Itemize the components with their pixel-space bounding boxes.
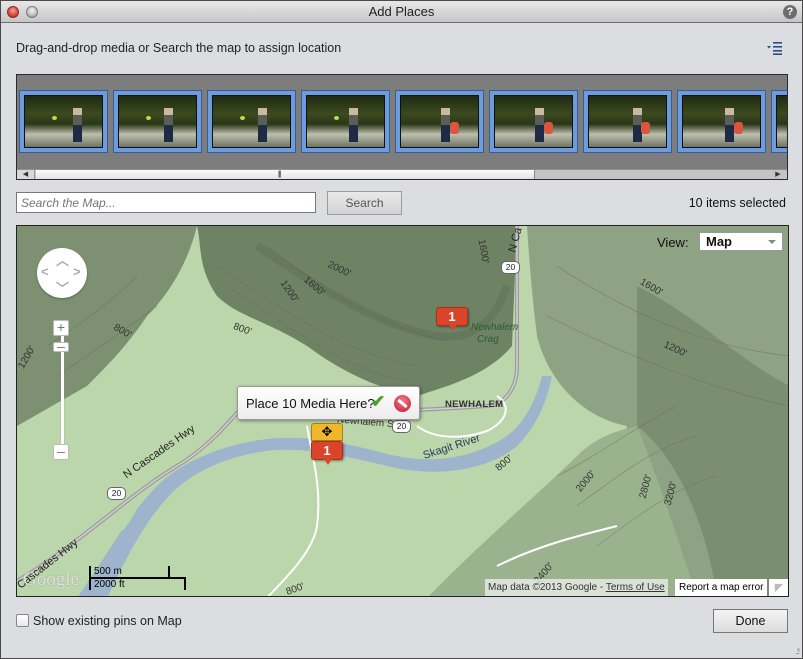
scale-metric: 500 m xyxy=(94,566,122,577)
map-view[interactable]: 800' 1200' 1600' 2000' 1600' 1200' 800' … xyxy=(16,225,789,597)
done-button[interactable]: Done xyxy=(713,609,788,633)
photo-figure-red xyxy=(449,122,459,134)
scrollbar-thumb[interactable]: ||| xyxy=(36,170,535,179)
media-thumbnail[interactable] xyxy=(677,90,766,153)
thumbnail-image xyxy=(212,95,291,148)
add-places-dialog: Add Places ? Drag-and-drop media or Sear… xyxy=(0,0,803,659)
route-shield: 20 xyxy=(107,487,126,500)
map-pin-new[interactable]: 1 xyxy=(311,441,343,465)
thumbnail-image xyxy=(682,95,761,148)
zoom-slider-handle[interactable]: – xyxy=(53,339,69,353)
google-logo: Google xyxy=(23,569,79,590)
photo-figure xyxy=(163,108,173,142)
route-shield: 20 xyxy=(501,261,520,274)
zoom-out-button[interactable]: – xyxy=(53,444,69,460)
place-media-popup: Place 10 Media Here? ✔ xyxy=(237,386,420,420)
thumbnail-image xyxy=(24,95,103,148)
media-thumbnail[interactable] xyxy=(489,90,578,153)
map-scale: 500 m 2000 ft xyxy=(89,566,189,590)
terms-of-use-link[interactable]: Terms of Use xyxy=(606,582,665,593)
photo-leaf xyxy=(145,116,151,121)
scroll-right-arrow[interactable]: ▶ xyxy=(769,170,787,179)
options-menu-icon[interactable] xyxy=(766,41,784,55)
view-type-select[interactable]: Map xyxy=(699,232,783,251)
photo-figure xyxy=(72,108,82,142)
pan-control[interactable]: ︿ ﹀ < > xyxy=(37,248,87,298)
thumbnail-image xyxy=(776,95,787,148)
media-strip-scrollbar[interactable]: ◀ ||| ▶ xyxy=(17,169,787,179)
map-pin[interactable]: 1 xyxy=(436,307,468,331)
town-label-newhalem: NEWHALEM xyxy=(445,399,504,410)
media-thumbnail[interactable] xyxy=(771,90,787,153)
photo-leaf xyxy=(333,116,339,121)
grip-icon: ||| xyxy=(278,171,282,178)
cancel-no-entry-icon[interactable] xyxy=(394,395,411,412)
photo-figure xyxy=(725,108,735,142)
move-handle-icon[interactable]: ✥ xyxy=(311,423,343,441)
thumbnail-image xyxy=(118,95,197,148)
photo-leaf xyxy=(239,116,245,121)
attribution-text: Map data ©2013 Google - xyxy=(488,582,606,593)
photo-figure-red xyxy=(641,122,651,134)
view-selected-value: Map xyxy=(706,234,732,249)
map-attribution: Map data ©2013 Google - Terms of Use xyxy=(485,579,668,596)
place-label-crag: Crag xyxy=(477,334,499,345)
media-thumbnail[interactable] xyxy=(395,90,484,153)
photo-figure-red xyxy=(543,122,553,134)
dropdown-caret-icon xyxy=(768,240,776,244)
popup-text: Place 10 Media Here? xyxy=(246,396,375,411)
map-search-input[interactable] xyxy=(16,192,316,213)
thumbnail-image xyxy=(588,95,667,148)
photo-figure-red xyxy=(733,122,743,134)
route-shield: 20 xyxy=(392,420,411,433)
report-map-error-link[interactable]: Report a map error xyxy=(675,579,768,596)
zoom-in-button[interactable]: + xyxy=(53,320,69,336)
pan-down-icon[interactable]: ﹀ xyxy=(56,278,69,297)
help-icon[interactable]: ? xyxy=(783,5,797,19)
expand-corner-icon[interactable]: ◤ xyxy=(769,579,788,596)
items-selected-count: 10 items selected xyxy=(688,196,786,210)
pan-left-icon[interactable]: < xyxy=(41,264,49,279)
place-label-newhalem-crag: Newhalem xyxy=(471,322,519,333)
scroll-left-arrow[interactable]: ◀ xyxy=(17,170,35,179)
confirm-checkmark-icon[interactable]: ✔ xyxy=(371,392,385,412)
thumbnail-image xyxy=(400,95,479,148)
minimize-window-button[interactable] xyxy=(26,6,38,18)
thumbnail-image xyxy=(306,95,385,148)
media-thumbnail[interactable] xyxy=(113,90,202,153)
instruction-text: Drag-and-drop media or Search the map to… xyxy=(16,41,342,55)
title-bar[interactable]: Add Places ? xyxy=(1,1,802,23)
media-thumbnail[interactable] xyxy=(583,90,672,153)
search-button[interactable]: Search xyxy=(327,191,402,215)
view-label: View: xyxy=(657,235,689,250)
pan-up-icon[interactable]: ︿ xyxy=(56,250,69,269)
show-pins-label: Show existing pins on Map xyxy=(33,614,182,628)
media-thumbnail[interactable] xyxy=(19,90,108,153)
photo-figure xyxy=(535,108,545,142)
photo-figure xyxy=(441,108,451,142)
thumbnail-image xyxy=(494,95,573,148)
photo-figure xyxy=(349,108,359,142)
media-strip[interactable]: ◀ ||| ▶ xyxy=(16,74,788,180)
show-pins-checkbox[interactable] xyxy=(16,614,29,627)
resize-grip-icon[interactable]: .:! xyxy=(795,647,800,656)
show-existing-pins-option[interactable]: Show existing pins on Map xyxy=(16,614,182,628)
scale-imperial: 2000 ft xyxy=(94,579,125,590)
media-thumbnail[interactable] xyxy=(207,90,296,153)
pan-right-icon[interactable]: > xyxy=(73,264,81,279)
photo-leaf xyxy=(51,116,57,121)
media-thumbnail[interactable] xyxy=(301,90,390,153)
media-thumbnails xyxy=(19,90,787,158)
window-title: Add Places xyxy=(368,4,435,19)
close-window-button[interactable] xyxy=(7,6,19,18)
photo-figure xyxy=(257,108,267,142)
